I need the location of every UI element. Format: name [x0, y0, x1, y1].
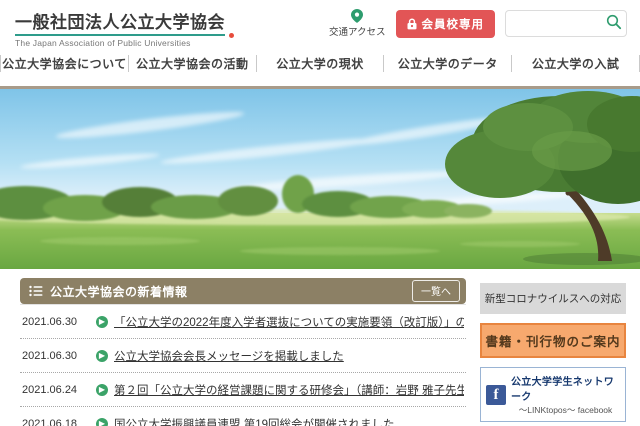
facebook-title: 公立大学学生ネットワーク	[511, 377, 614, 403]
member-button[interactable]: 会員校専用	[395, 9, 495, 38]
news-date: 2021.06.18	[22, 418, 78, 426]
facebook-text: 公立大学学生ネットワーク ～LINKtopos～ facebook	[511, 373, 620, 416]
news-title: 公立大学協会の新着情報	[50, 284, 188, 299]
hero-landscape-illustration	[0, 89, 640, 269]
covid-banner[interactable]: 新型コロナウイルスへの対応	[480, 283, 626, 314]
nav-item-current-state[interactable]: 公立大学の現状	[257, 55, 384, 72]
search-button[interactable]	[605, 14, 623, 32]
news-item: 2021.06.30 ▶ 「公立大学の2022年度入学者選抜についての実施要領（…	[20, 305, 466, 339]
logo-title: 一般社団法人公立大学協会	[15, 13, 225, 32]
list-icon	[29, 285, 43, 297]
access-link[interactable]: 交通アクセス	[329, 9, 386, 38]
logo[interactable]: 一般社団法人公立大学協会 The Japan Association of Pu…	[15, 8, 234, 48]
member-button-label: 会員校専用	[421, 18, 484, 31]
arrow-circle-icon: ▶	[96, 418, 108, 426]
nav-item-activities[interactable]: 公立大学協会の活動	[129, 55, 256, 72]
news-link[interactable]: 第２回「公立大学の経営課題に関する研修会」（講師：岩野 雅子先生）を開催します	[114, 382, 464, 398]
lock-icon	[407, 17, 416, 29]
logo-subtitle: The Japan Association of Public Universi…	[15, 38, 191, 48]
hero-image	[0, 86, 640, 269]
logo-red-dot-icon	[229, 33, 234, 38]
location-pin-icon	[351, 9, 364, 23]
facebook-banner[interactable]: f 公立大学学生ネットワーク ～LINKtopos～ facebook	[480, 367, 626, 422]
nav-item-admissions[interactable]: 公立大学の入試	[512, 55, 639, 72]
news-link[interactable]: 「公立大学の2022年度入学者選抜についての実施要領（改訂版）」の掲載について	[114, 314, 464, 330]
books-banner[interactable]: 書籍・刊行物のご案内	[480, 323, 626, 358]
arrow-circle-icon: ▶	[96, 384, 108, 396]
arrow-circle-icon: ▶	[96, 316, 108, 328]
facebook-icon: f	[486, 384, 506, 405]
access-label: 交通アクセス	[328, 27, 386, 38]
main-nav: 公立大学協会について 公立大学協会の活動 公立大学の現状 公立大学のデータ 公立…	[0, 48, 640, 78]
nav-item-data[interactable]: 公立大学のデータ	[384, 55, 511, 72]
facebook-subtitle: ～LINKtopos～ facebook	[518, 405, 613, 415]
arrow-circle-icon: ▶	[96, 350, 108, 362]
news-link[interactable]: 公立大学協会会長メッセージを掲載しました	[114, 348, 344, 364]
news-item: 2021.06.24 ▶ 第２回「公立大学の経営課題に関する研修会」（講師：岩野…	[20, 373, 466, 407]
news-link[interactable]: 国公立大学振興議員連盟 第19回総会が開催されました	[114, 416, 394, 426]
sidebar: 新型コロナウイルスへの対応 書籍・刊行物のご案内 f 公立大学学生ネットワーク …	[480, 278, 626, 426]
news-date: 2021.06.24	[22, 384, 78, 396]
view-all-button[interactable]: 一覧へ	[412, 280, 460, 302]
news-item: 2021.06.30 ▶ 公立大学協会会長メッセージを掲載しました	[20, 339, 466, 373]
main-content: 公立大学協会の新着情報 一覧へ 2021.06.30 ▶ 「公立大学の2022年…	[0, 269, 640, 426]
news-list: 2021.06.30 ▶ 「公立大学の2022年度入学者選抜についての実施要領（…	[20, 304, 466, 426]
header: 一般社団法人公立大学協会 The Japan Association of Pu…	[0, 0, 640, 48]
news-item: 2021.06.18 ▶ 国公立大学振興議員連盟 第19回総会が開催されました	[20, 407, 466, 426]
news-section: 公立大学協会の新着情報 一覧へ 2021.06.30 ▶ 「公立大学の2022年…	[20, 278, 466, 426]
search-icon	[606, 14, 622, 30]
search-box	[505, 10, 627, 37]
header-utilities: 交通アクセス 会員校専用	[329, 9, 627, 38]
news-header-bar: 公立大学協会の新着情報 一覧へ	[20, 278, 466, 304]
nav-item-about[interactable]: 公立大学協会について	[1, 55, 128, 72]
news-date: 2021.06.30	[22, 350, 78, 362]
page: 一般社団法人公立大学協会 The Japan Association of Pu…	[0, 0, 640, 426]
news-date: 2021.06.30	[22, 316, 78, 328]
logo-title-wrap: 一般社団法人公立大学協会	[15, 8, 234, 38]
